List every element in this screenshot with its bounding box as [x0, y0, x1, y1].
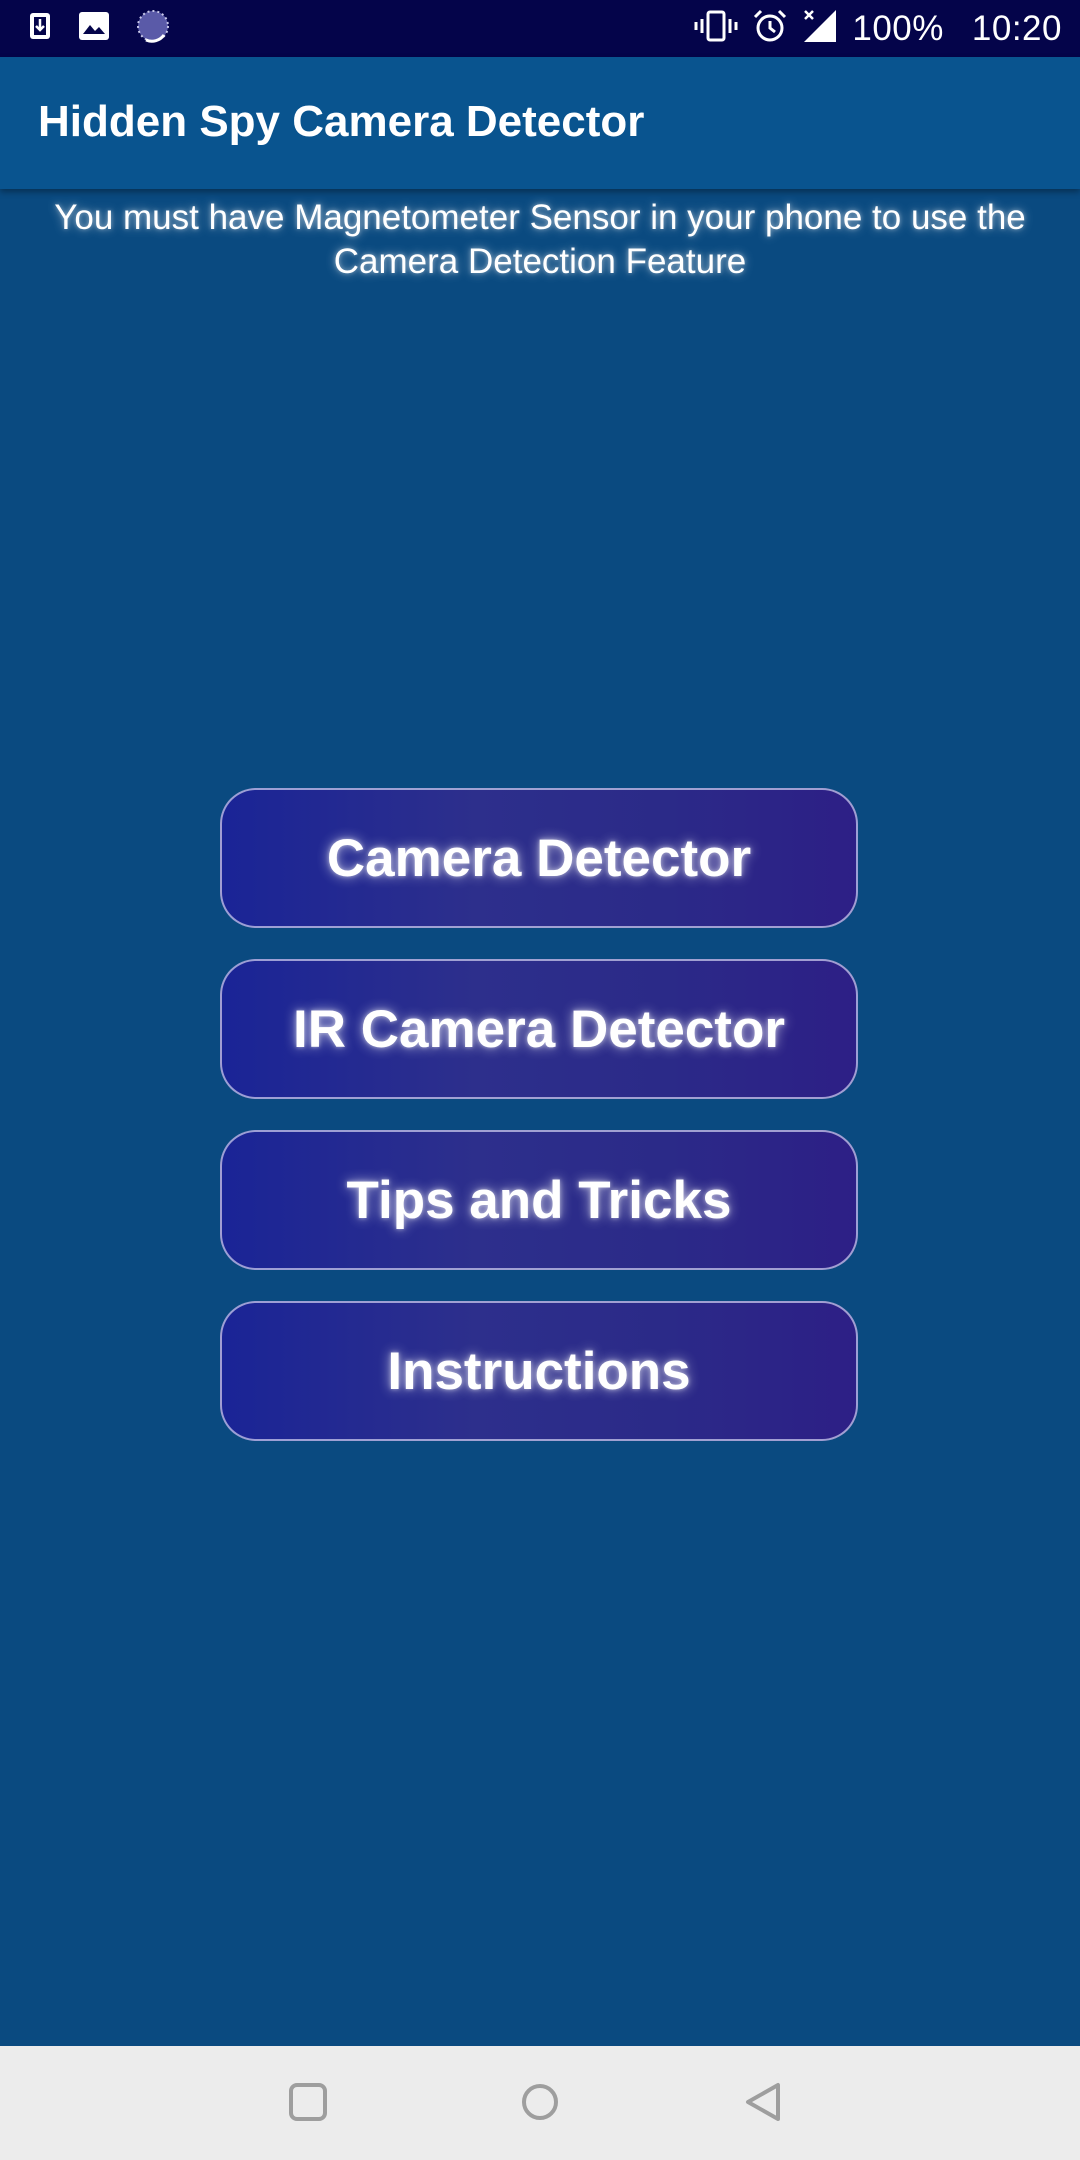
vibrate-icon	[694, 9, 738, 48]
status-bar: 100% 10:20	[0, 0, 1080, 57]
alarm-icon	[752, 8, 788, 49]
no-signal-icon	[802, 8, 838, 49]
back-button[interactable]	[734, 2074, 794, 2134]
tips-and-tricks-label: Tips and Tricks	[346, 1170, 732, 1230]
tips-and-tricks-button[interactable]: Tips and Tricks	[220, 1130, 858, 1270]
home-icon	[520, 2082, 560, 2127]
download-notification-icon	[28, 11, 52, 46]
ir-camera-detector-label: IR Camera Detector	[293, 999, 785, 1059]
system-status: 100% 10:20	[694, 0, 1062, 57]
image-notification-icon	[78, 10, 110, 47]
clock: 10:20	[971, 8, 1062, 48]
back-icon	[744, 2082, 784, 2127]
home-button[interactable]	[510, 2074, 570, 2134]
ir-camera-detector-button[interactable]: IR Camera Detector	[220, 959, 858, 1099]
loading-circle-icon	[136, 9, 170, 48]
camera-detector-button[interactable]: Camera Detector	[220, 788, 858, 928]
camera-detector-label: Camera Detector	[326, 828, 752, 888]
magnetometer-notice: You must have Magnetometer Sensor in you…	[0, 196, 1080, 284]
recents-icon	[288, 2082, 328, 2127]
app-bar: Hidden Spy Camera Detector	[0, 57, 1080, 189]
notice-line-2: Camera Detection Feature	[333, 242, 747, 281]
instructions-label: Instructions	[387, 1341, 691, 1401]
notification-icons	[28, 0, 170, 57]
navigation-bar	[0, 2046, 1080, 2160]
battery-level: 100%	[852, 8, 944, 48]
notice-line-1: You must have Magnetometer Sensor in you…	[54, 198, 1026, 237]
app-title: Hidden Spy Camera Detector	[38, 97, 645, 146]
instructions-button[interactable]: Instructions	[220, 1301, 858, 1441]
recents-button[interactable]	[278, 2074, 338, 2134]
